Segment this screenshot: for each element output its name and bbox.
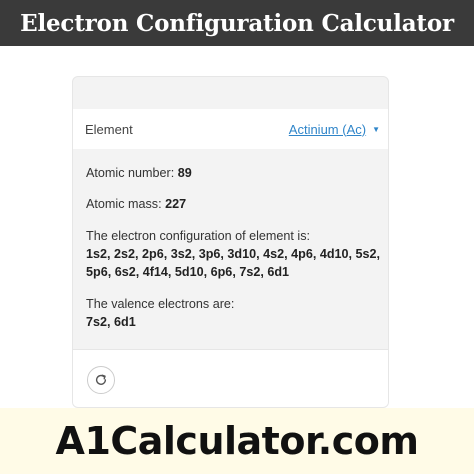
atomic-mass-label: Atomic mass: [86, 197, 166, 211]
atomic-number: Atomic number: 89 [86, 165, 381, 182]
config-line-1: 1s2, 2s2, 2p6, 3s2, 3p6, 3d10, 4s2, 4p6,… [86, 247, 381, 261]
element-select-value: Actinium (Ac) [288, 121, 367, 137]
element-row: Element Actinium (Ac) ▼ [73, 109, 388, 149]
page-header: Electron Configuration Calculator [0, 0, 474, 46]
reset-button[interactable] [87, 366, 115, 394]
atomic-number-value: 89 [177, 166, 192, 180]
atomic-number-label: Atomic number: [86, 166, 178, 180]
config-line-2: 5p6, 6s2, 4f14, 5d10, 6p6, 7s2, 6d1 [86, 265, 290, 279]
element-label: Element [85, 121, 133, 137]
atomic-mass-value: 227 [165, 197, 187, 211]
calculator-card: Element Actinium (Ac) ▼ Atomic number: 8… [72, 76, 389, 408]
card-footer [73, 349, 388, 407]
brand-banner: A1Calculator.com [0, 408, 474, 474]
results-panel: Atomic number: 89 Atomic mass: 227 The e… [86, 165, 381, 331]
caret-down-icon: ▼ [372, 124, 380, 134]
element-select[interactable]: Actinium (Ac) ▼ [289, 122, 380, 137]
atomic-mass: Atomic mass: 227 [86, 196, 381, 213]
valence-value: 7s2, 6d1 [86, 315, 136, 329]
page-title: Electron Configuration Calculator [20, 9, 454, 37]
valence-label: The valence electrons are: [86, 297, 235, 311]
brand-text: A1Calculator.com [55, 419, 419, 463]
config-label: The electron configuration of element is… [86, 229, 311, 243]
refresh-icon [95, 374, 107, 385]
